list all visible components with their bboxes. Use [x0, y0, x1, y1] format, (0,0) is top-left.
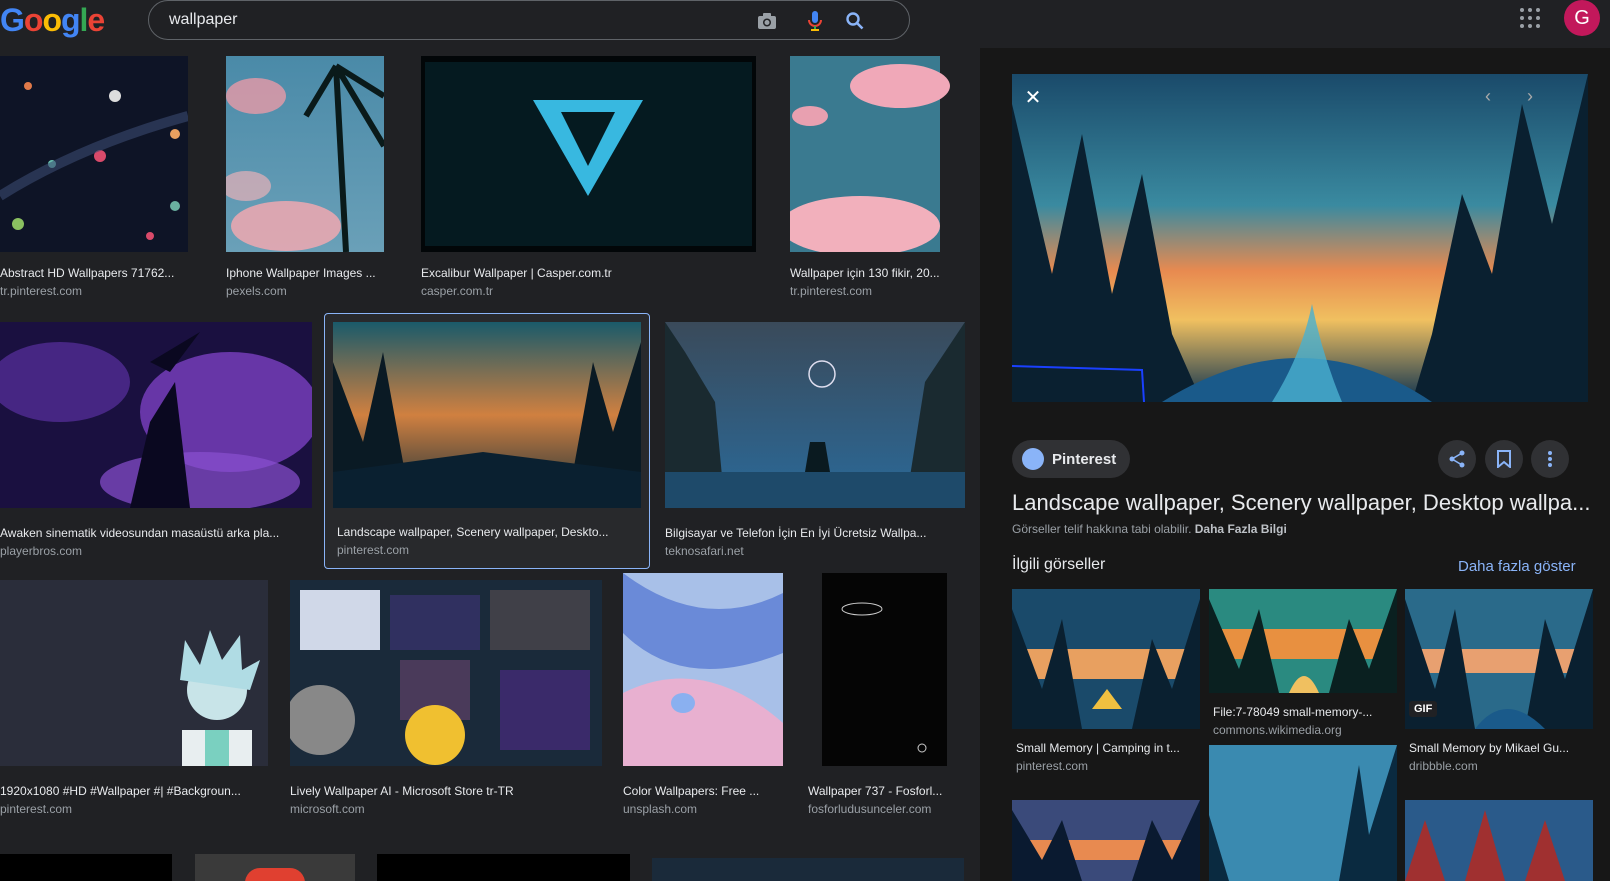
result-caption: Lively Wallpaper AI - Microsoft Store tr…	[290, 784, 514, 798]
related-source: pinterest.com	[1016, 759, 1089, 773]
result-caption: Abstract HD Wallpapers 71762...	[0, 266, 175, 280]
result-thumbnail[interactable]	[0, 580, 268, 766]
learn-more-link[interactable]: Daha Fazla Bilgi	[1195, 522, 1287, 536]
related-image-tile[interactable]: Small Memory | Camping in t... pinterest…	[1012, 589, 1200, 779]
related-source: dribbble.com	[1409, 759, 1478, 773]
result-thumbnail[interactable]	[623, 573, 783, 766]
related-image-tile[interactable]	[1209, 745, 1397, 881]
result-tile[interactable]: Lively Wallpaper AI - Microsoft Store tr…	[290, 580, 602, 820]
camera-icon[interactable]	[755, 9, 779, 33]
previous-image-icon[interactable]: ‹	[1476, 84, 1500, 108]
result-tile[interactable]: Abstract HD Wallpapers 71762... tr.pinte…	[0, 56, 188, 298]
close-icon[interactable]: ✕	[1020, 84, 1046, 110]
share-icon	[1449, 450, 1465, 468]
related-image-tile[interactable]	[1405, 800, 1593, 881]
result-tile[interactable]	[0, 854, 172, 881]
next-image-icon[interactable]: ›	[1518, 84, 1542, 108]
result-caption: Wallpaper için 130 fikir, 20...	[790, 266, 940, 280]
result-caption: Color Wallpapers: Free ...	[623, 784, 760, 798]
image-results-grid: Abstract HD Wallpapers 71762... tr.pinte…	[0, 48, 975, 881]
result-tile[interactable]: Awaken sinematik videosundan masaüstü ar…	[0, 322, 312, 562]
gif-badge: GIF	[1409, 701, 1438, 717]
result-thumbnail[interactable]	[0, 56, 188, 252]
search-box	[148, 0, 910, 40]
show-more-link[interactable]: Daha fazla göster	[1458, 558, 1576, 575]
preview-title[interactable]: Landscape wallpaper, Scenery wallpaper, …	[1012, 490, 1592, 516]
image-preview-panel: ✕ ‹ › Pinterest Landscape wallpaper, Sce…	[980, 48, 1610, 881]
result-caption: Wallpaper 737 - Fosforl...	[808, 784, 943, 798]
result-source: fosforludusunceler.com	[808, 802, 932, 816]
result-source: casper.com.tr	[421, 284, 494, 298]
result-caption: 1920x1080 #HD #Wallpaper #| #Backgroun..…	[0, 784, 241, 798]
copyright-notice: Görseller telif hakkına tabi olabilir. D…	[1012, 522, 1287, 536]
apps-grid-icon[interactable]	[1518, 6, 1542, 30]
related-caption: Small Memory | Camping in t...	[1016, 741, 1180, 755]
result-caption: Iphone Wallpaper Images ...	[226, 266, 376, 280]
related-caption: Small Memory by Mikael Gu...	[1409, 741, 1570, 755]
selected-result-tile[interactable]: Landscape wallpaper, Scenery wallpaper, …	[324, 313, 650, 569]
result-thumbnail[interactable]	[333, 322, 641, 508]
related-images-heading: İlgili görseller	[1012, 556, 1106, 573]
google-logo[interactable]: Google	[0, 2, 105, 39]
related-thumbnail[interactable]	[1209, 745, 1397, 881]
related-image-tile[interactable]: GIF Small Memory by Mikael Gu... dribbbl…	[1405, 589, 1593, 779]
preview-image[interactable]	[1012, 74, 1588, 402]
result-tile[interactable]: Bilgisayar ve Telefon İçin En İyi Ücrets…	[665, 322, 965, 562]
related-image-tile[interactable]	[1012, 800, 1200, 881]
related-caption: File:7-78049 small-memory-...	[1213, 705, 1373, 719]
result-source: unsplash.com	[623, 802, 698, 816]
account-avatar[interactable]: G	[1564, 0, 1600, 36]
search-icon[interactable]	[843, 9, 867, 33]
result-thumbnail[interactable]	[226, 56, 384, 252]
source-chip[interactable]: Pinterest	[1012, 440, 1130, 478]
result-thumbnail[interactable]	[0, 322, 312, 508]
related-source: commons.wikimedia.org	[1213, 723, 1342, 737]
copyright-text: Görseller telif hakkına tabi olabilir.	[1012, 522, 1192, 536]
result-thumbnail[interactable]	[421, 56, 756, 252]
more-options-button[interactable]	[1531, 440, 1569, 478]
related-thumbnail[interactable]	[1012, 589, 1200, 729]
result-caption: Excalibur Wallpaper | Casper.com.tr	[421, 266, 612, 280]
result-source: tr.pinterest.com	[0, 284, 83, 298]
result-caption: Awaken sinematik videosundan masaüstü ar…	[0, 526, 280, 540]
result-tile[interactable]: Wallpaper için 130 fikir, 20... tr.pinte…	[790, 56, 950, 298]
result-thumbnail[interactable]	[290, 580, 602, 766]
result-source: microsoft.com	[290, 802, 365, 816]
result-thumbnail[interactable]	[790, 56, 950, 252]
globe-icon	[1022, 448, 1044, 470]
result-tile[interactable]: Wallpaper 737 - Fosforl... fosforludusun…	[808, 573, 958, 820]
microphone-icon[interactable]	[803, 9, 827, 33]
result-source: pinterest.com	[337, 543, 410, 557]
result-tile[interactable]: Excalibur Wallpaper | Casper.com.tr casp…	[421, 56, 756, 298]
related-thumbnail[interactable]	[1209, 589, 1397, 693]
result-caption: Bilgisayar ve Telefon İçin En İyi Ücrets…	[665, 526, 927, 540]
result-tile[interactable]: Iphone Wallpaper Images ... pexels.com	[226, 56, 384, 298]
result-tile[interactable]: Color Wallpapers: Free ... unsplash.com	[623, 573, 783, 820]
header: Google G	[0, 0, 1610, 48]
save-button[interactable]	[1485, 440, 1523, 478]
result-source: tr.pinterest.com	[790, 284, 873, 298]
share-button[interactable]	[1438, 440, 1476, 478]
result-thumbnail[interactable]	[822, 573, 947, 766]
result-tile[interactable]	[652, 858, 964, 881]
result-source: playerbros.com	[0, 544, 83, 558]
related-image-tile[interactable]: File:7-78049 small-memory-... commons.wi…	[1209, 589, 1397, 739]
result-caption: Landscape wallpaper, Scenery wallpaper, …	[337, 525, 609, 539]
result-thumbnail[interactable]	[665, 322, 965, 508]
search-input[interactable]	[169, 1, 729, 39]
source-name: Pinterest	[1052, 450, 1117, 468]
result-source: pexels.com	[226, 284, 287, 298]
result-source: teknosafari.net	[665, 544, 744, 558]
related-thumbnail[interactable]	[1405, 800, 1593, 881]
bookmark-icon	[1497, 450, 1511, 468]
related-thumbnail[interactable]	[1012, 800, 1200, 881]
result-tile[interactable]	[195, 854, 355, 881]
result-tile[interactable]: 1920x1080 #HD #Wallpaper #| #Backgroun..…	[0, 580, 268, 820]
result-source: pinterest.com	[0, 802, 73, 816]
result-tile[interactable]	[377, 854, 630, 881]
more-vert-icon	[1548, 451, 1552, 467]
